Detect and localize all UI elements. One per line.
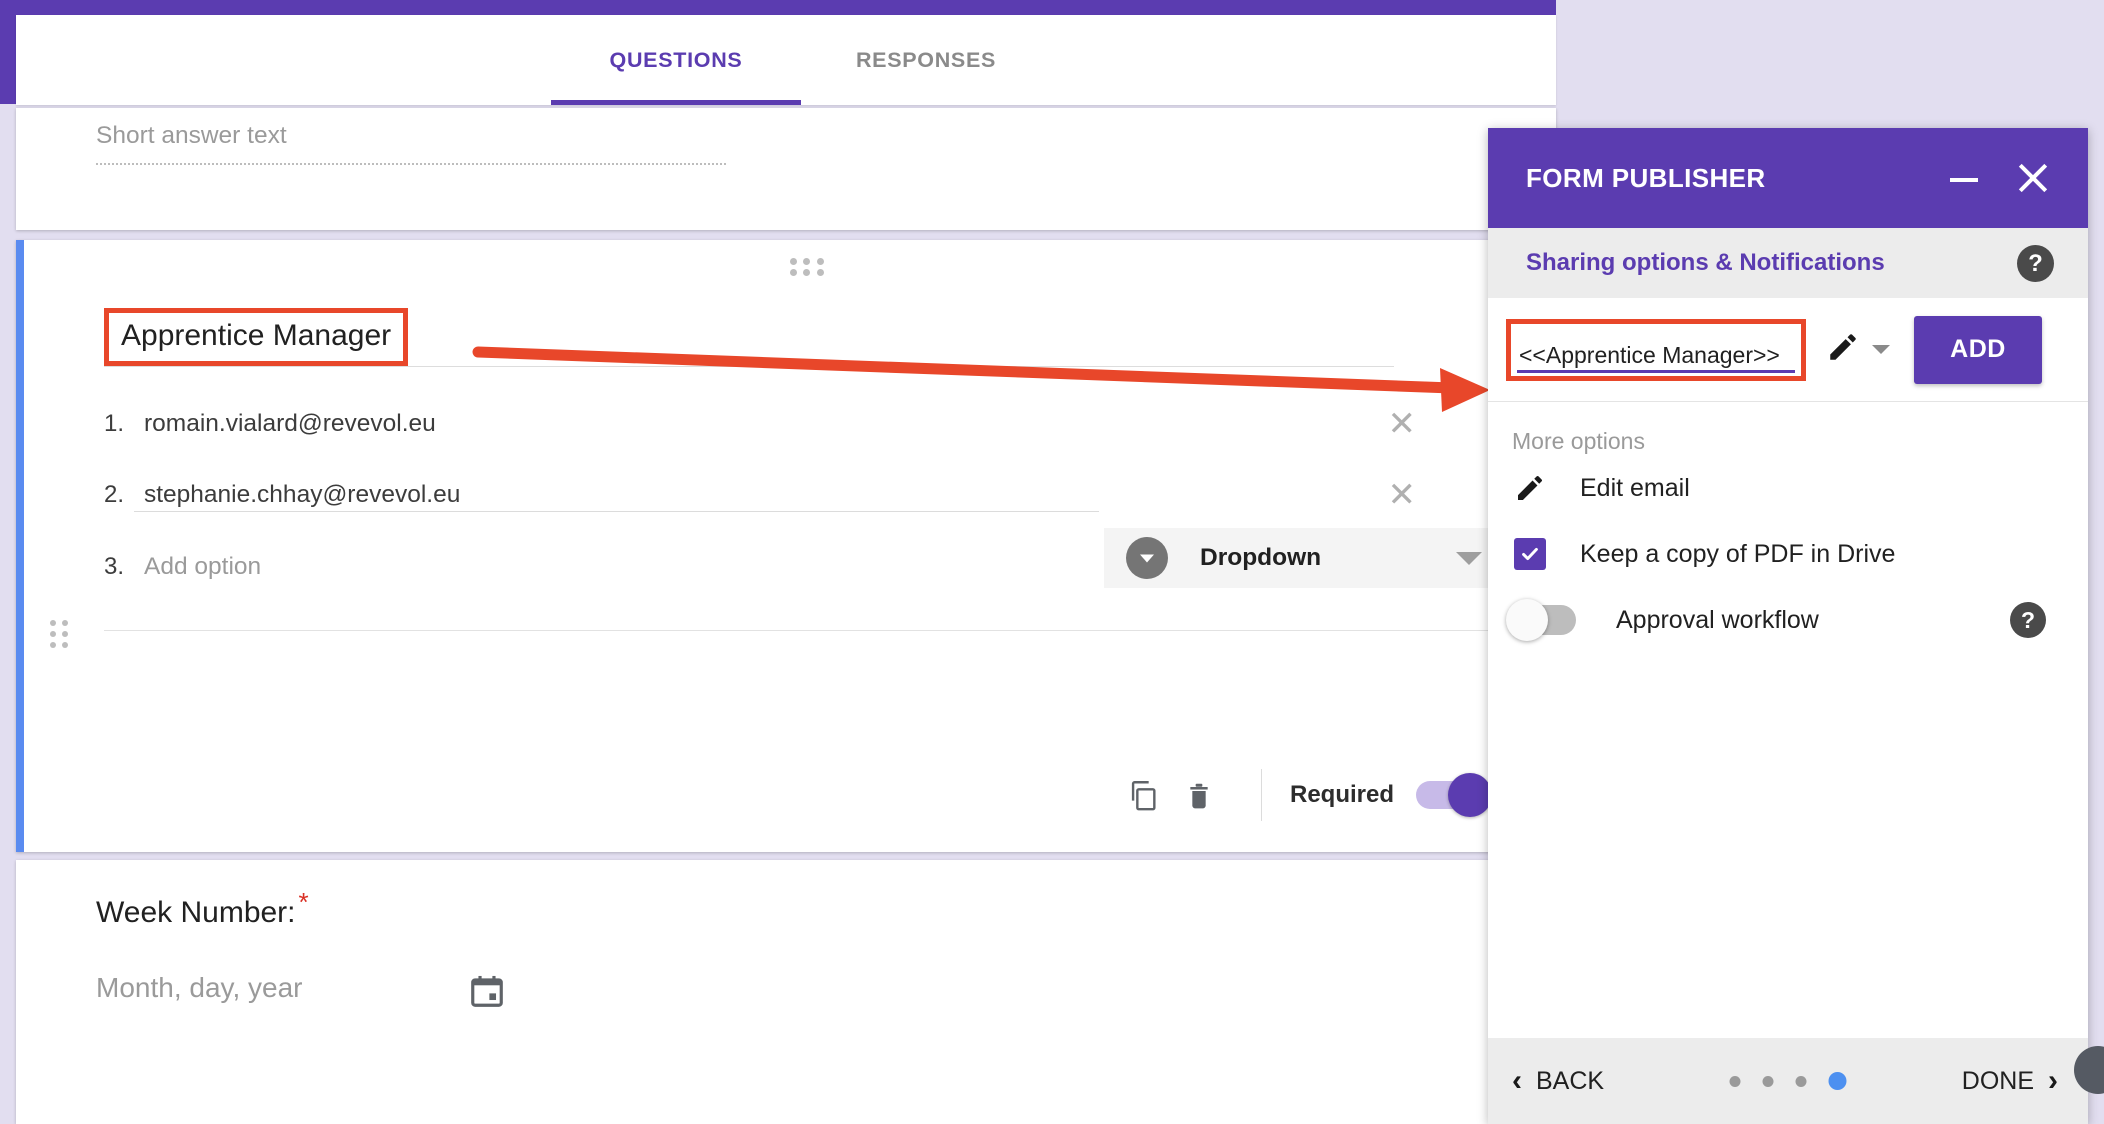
step-dot[interactable]: [1795, 1075, 1807, 1087]
remove-option-icon[interactable]: ✕: [1388, 407, 1417, 441]
merge-field-underline: [1517, 369, 1795, 373]
option-number: 3.: [104, 553, 125, 580]
short-answer-card[interactable]: Short answer text: [16, 108, 1556, 230]
done-label: DONE: [1961, 1066, 2034, 1095]
form-publisher-header: FORM PUBLISHER: [1488, 128, 2088, 228]
question-footer-toolbar: Required: [24, 750, 1556, 840]
form-publisher-body: More options Edit email Keep a copy of P…: [1488, 402, 2088, 653]
tab-questions[interactable]: QUESTIONS: [551, 15, 801, 105]
option-number: 1.: [104, 410, 125, 437]
week-number-title-text: Week Number:: [96, 896, 296, 929]
chevron-right-icon: ›: [2048, 1064, 2058, 1097]
calendar-icon[interactable]: [468, 972, 506, 1015]
more-options-label: More options: [1512, 428, 1645, 454]
approval-workflow-toggle[interactable]: [1506, 599, 1576, 641]
option-keep-pdf-copy[interactable]: Keep a copy of PDF in Drive: [1488, 521, 2088, 587]
option-edit-email[interactable]: Edit email: [1488, 455, 2088, 521]
checkbox-checked-icon[interactable]: [1514, 538, 1558, 570]
short-answer-underline: [96, 163, 726, 165]
trash-icon[interactable]: [1171, 767, 1227, 823]
option-underline: [134, 511, 1099, 512]
tab-list: QUESTIONS RESPONSES: [16, 15, 1051, 105]
back-button[interactable]: ‹ BACK: [1512, 1064, 1604, 1098]
option-text[interactable]: stephanie.chhay@revevol.eu: [144, 481, 460, 509]
option-label: Edit email: [1580, 473, 1690, 502]
add-option-text[interactable]: Add option: [144, 553, 261, 581]
help-icon[interactable]: ?: [2017, 245, 2054, 282]
sharing-options-title: Sharing options & Notifications: [1526, 249, 1885, 276]
step-dot[interactable]: [1762, 1075, 1774, 1087]
short-answer-placeholder: Short answer text: [96, 122, 287, 149]
option-row-add[interactable]: 3. Add option: [104, 543, 1434, 591]
close-icon[interactable]: [2012, 158, 2052, 198]
question-title-underline: [104, 366, 1394, 367]
merge-field-input[interactable]: <<Apprentice Manager>>: [1506, 318, 1806, 381]
drag-handle-icon[interactable]: [790, 258, 824, 276]
done-button[interactable]: DONE ›: [1962, 1064, 2058, 1098]
step-dot-active[interactable]: [1828, 1072, 1847, 1090]
tab-questions-label: QUESTIONS: [609, 47, 743, 72]
step-indicator: [1729, 1072, 1847, 1090]
pencil-icon[interactable]: [1826, 330, 1860, 369]
add-button[interactable]: ADD: [1914, 315, 2042, 384]
required-label: Required: [1289, 781, 1394, 808]
duplicate-icon[interactable]: [1115, 767, 1171, 823]
form-publisher-title: FORM PUBLISHER: [1526, 162, 1766, 193]
form-publisher-footer: ‹ BACK DONE ›: [1488, 1038, 2088, 1124]
question-card[interactable]: Apprentice Manager Dropdown 1. romain.vi…: [16, 240, 1556, 852]
required-asterisk: *: [298, 887, 309, 917]
chevron-down-icon: [1456, 551, 1482, 565]
question-title-input[interactable]: Apprentice Manager: [104, 308, 409, 366]
step-dot[interactable]: [1729, 1075, 1741, 1087]
tab-responses-label: RESPONSES: [855, 47, 997, 72]
back-label: BACK: [1536, 1066, 1605, 1095]
option-number: 2.: [104, 481, 125, 508]
week-number-title: Week Number: *: [96, 887, 309, 930]
remove-option-icon[interactable]: ✕: [1388, 478, 1417, 512]
date-placeholder: Month, day, year: [96, 972, 303, 1003]
form-publisher-subbar: Sharing options & Notifications ?: [1488, 228, 2088, 298]
week-number-card[interactable]: Week Number: * Month, day, year: [16, 860, 1556, 1124]
pencil-icon: [1514, 472, 1558, 504]
option-label: Approval workflow: [1616, 605, 1819, 634]
chevron-down-icon[interactable]: [1872, 345, 1890, 354]
question-divider: [104, 630, 1544, 631]
form-tabbar: QUESTIONS RESPONSES: [16, 15, 1556, 105]
form-publisher-panel: FORM PUBLISHER Sharing options & Notific…: [1488, 128, 2088, 1124]
option-label: Keep a copy of PDF in Drive: [1580, 539, 1896, 568]
option-drag-handle-icon[interactable]: [50, 620, 68, 648]
option-row[interactable]: 1. romain.vialard@revevol.eu ✕: [104, 400, 1434, 448]
chevron-left-icon: ‹: [1512, 1064, 1522, 1097]
option-text[interactable]: romain.vialard@revevol.eu: [144, 410, 436, 438]
help-icon[interactable]: ?: [2010, 602, 2046, 638]
minimize-icon[interactable]: [1950, 178, 1978, 182]
required-toggle[interactable]: [1416, 773, 1492, 817]
merge-field-row: <<Apprentice Manager>> ADD: [1488, 298, 2088, 402]
tab-responses[interactable]: RESPONSES: [801, 15, 1051, 105]
option-approval-workflow[interactable]: Approval workflow ?: [1488, 587, 2088, 653]
screen-root: QUESTIONS RESPONSES Short answer text Ap…: [0, 0, 2104, 1124]
footer-divider: [1260, 769, 1262, 821]
question-title-wrap: Apprentice Manager: [104, 308, 1394, 366]
